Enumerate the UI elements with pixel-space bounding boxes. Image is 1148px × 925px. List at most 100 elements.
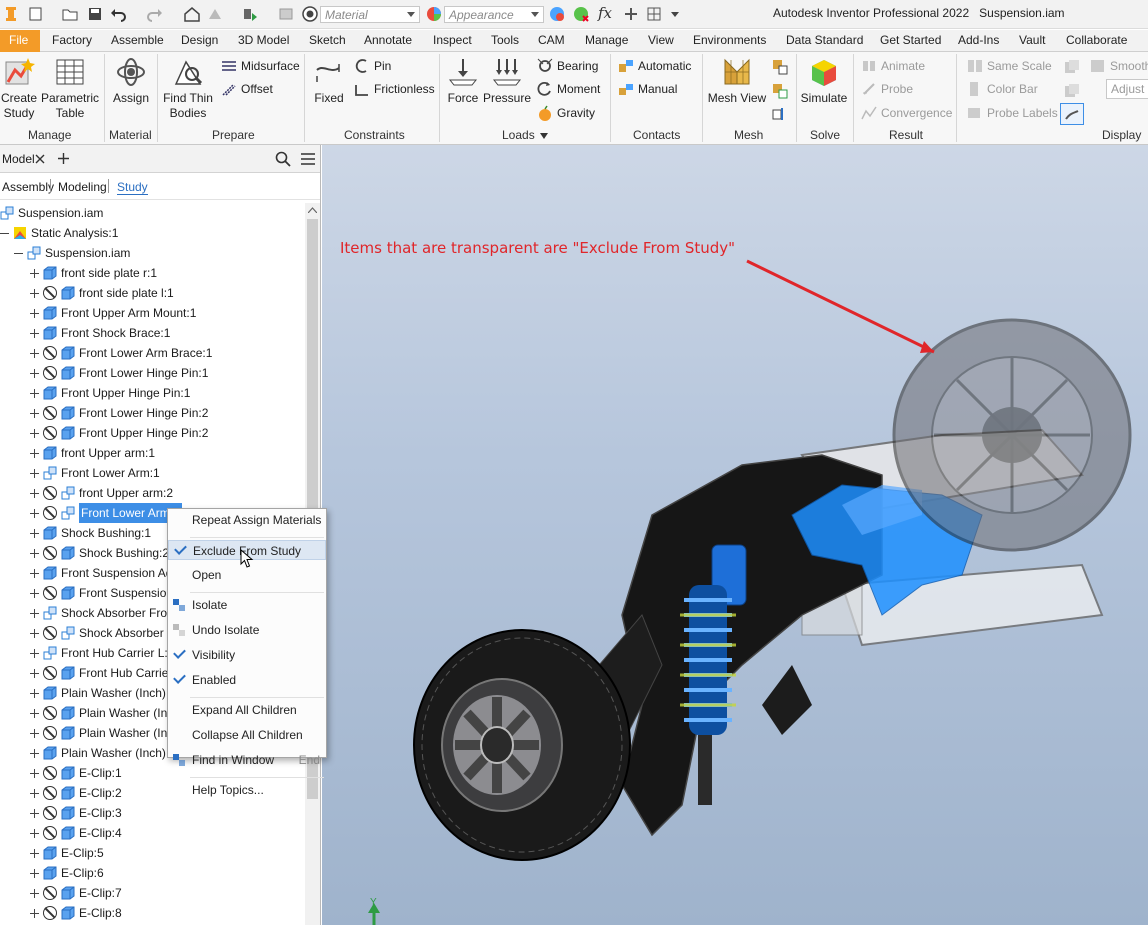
pin-constraint-button[interactable]: Pin xyxy=(354,57,391,75)
expand-icon[interactable] xyxy=(30,469,39,478)
group-label-loads[interactable]: Loads xyxy=(502,128,535,142)
tree-item[interactable]: E-Clip:5 xyxy=(0,843,305,863)
expand-icon[interactable] xyxy=(30,489,39,498)
expand-icon[interactable] xyxy=(30,569,39,578)
tree-item[interactable]: E-Clip:8 xyxy=(0,903,305,923)
tree-item[interactable]: Front Upper Arm Mount:1 xyxy=(0,303,305,323)
tree-item[interactable]: E-Clip:3 xyxy=(0,803,305,823)
expand-icon[interactable] xyxy=(30,849,39,858)
expand-icon[interactable] xyxy=(30,369,39,378)
fixed-constraint-button[interactable]: Fixed xyxy=(308,56,350,106)
tab-annotate[interactable]: Annotate xyxy=(364,33,412,47)
expand-icon[interactable] xyxy=(30,509,39,518)
expand-icon[interactable] xyxy=(30,749,39,758)
tab-sketch[interactable]: Sketch xyxy=(309,33,346,47)
open-folder-icon[interactable] xyxy=(61,5,79,23)
menu-item-repeat-assign-materials[interactable]: Repeat Assign Materials xyxy=(168,510,326,530)
graphics-window[interactable]: Y Items that are transparent are "Exclud… xyxy=(322,145,1148,925)
tab-environments[interactable]: Environments xyxy=(693,33,766,47)
adjust-appearance-icon[interactable] xyxy=(548,5,566,23)
offset-button[interactable]: Offset xyxy=(221,80,273,98)
material-sphere-icon[interactable] xyxy=(301,5,319,23)
gravity-load-button[interactable]: Gravity xyxy=(537,104,595,122)
simulate-button[interactable]: Simulate xyxy=(799,56,849,106)
close-icon[interactable] xyxy=(35,154,45,164)
expand-icon[interactable] xyxy=(30,589,39,598)
fx-parameters-icon[interactable]: fx xyxy=(598,4,612,22)
update-icon[interactable] xyxy=(206,5,224,23)
midsurface-button[interactable]: Midsurface xyxy=(221,57,300,75)
tree-item[interactable]: Front Upper Hinge Pin:2 xyxy=(0,423,305,443)
tree-item[interactable]: front side plate r:1 xyxy=(0,263,305,283)
tree-item[interactable]: Front Lower Arm Brace:1 xyxy=(0,343,305,363)
inventor-logo-icon[interactable] xyxy=(3,5,21,23)
tab-manage[interactable]: Manage xyxy=(585,33,628,47)
material-dropdown[interactable]: Material xyxy=(320,6,420,23)
menu-item-undo-isolate[interactable]: Undo Isolate xyxy=(168,620,326,640)
moment-load-button[interactable]: Moment xyxy=(537,80,600,98)
expand-icon[interactable] xyxy=(30,309,39,318)
collapse-icon[interactable] xyxy=(0,229,9,238)
tree-item[interactable]: front Upper arm:1 xyxy=(0,443,305,463)
manual-contacts-button[interactable]: Manual xyxy=(618,80,677,98)
tree-item[interactable]: Static Analysis:1 xyxy=(0,223,305,243)
tree-item[interactable]: Front Lower Hinge Pin:1 xyxy=(0,363,305,383)
color-bar-button[interactable]: Color Bar xyxy=(967,80,1038,98)
chevron-down-icon[interactable] xyxy=(540,133,548,139)
redo-icon[interactable] xyxy=(146,5,164,23)
tab-assembly[interactable]: Assembly xyxy=(2,180,54,194)
parametric-table-button[interactable]: Parametric Table xyxy=(40,56,100,121)
tab-modeling[interactable]: Modeling xyxy=(58,180,107,194)
appearance-dropdown[interactable]: Appearance xyxy=(444,6,544,23)
save-icon[interactable] xyxy=(86,5,104,23)
expand-icon[interactable] xyxy=(30,909,39,918)
tab-cam[interactable]: CAM xyxy=(538,33,565,47)
appearance-color-icon[interactable] xyxy=(425,5,443,23)
collapse-icon[interactable] xyxy=(14,249,23,258)
tab-data-standard[interactable]: Data Standard xyxy=(786,33,863,47)
home-icon[interactable] xyxy=(183,5,201,23)
pressure-load-button[interactable]: Pressure xyxy=(482,56,532,106)
expand-icon[interactable] xyxy=(30,609,39,618)
expand-icon[interactable] xyxy=(30,809,39,818)
tab-inspect[interactable]: Inspect xyxy=(433,33,472,47)
expand-icon[interactable] xyxy=(30,889,39,898)
chevron-up-icon[interactable] xyxy=(308,207,317,213)
tab-tools[interactable]: Tools xyxy=(491,33,519,47)
expand-icon[interactable] xyxy=(30,289,39,298)
clear-appearance-icon[interactable] xyxy=(572,5,590,23)
expand-icon[interactable] xyxy=(30,709,39,718)
expand-icon[interactable] xyxy=(30,449,39,458)
expand-icon[interactable] xyxy=(30,269,39,278)
display-mode-icon[interactable] xyxy=(1064,59,1080,75)
plus-icon[interactable] xyxy=(57,152,70,165)
local-mesh-control-icon[interactable] xyxy=(772,83,788,99)
tree-item[interactable]: E-Clip:4 xyxy=(0,823,305,843)
deformation-style-button[interactable] xyxy=(1060,103,1084,125)
bearing-load-button[interactable]: Bearing xyxy=(537,57,598,75)
automatic-contacts-button[interactable]: Automatic xyxy=(618,57,691,75)
menu-item-help-topics[interactable]: Help Topics... xyxy=(168,780,326,800)
animate-button[interactable]: Animate xyxy=(861,57,925,75)
expand-icon[interactable] xyxy=(30,329,39,338)
expand-icon[interactable] xyxy=(30,689,39,698)
tab-model[interactable]: Model xyxy=(2,152,35,166)
tree-item[interactable]: E-Clip:7 xyxy=(0,883,305,903)
expand-icon[interactable] xyxy=(30,649,39,658)
menu-item-enabled[interactable]: Enabled xyxy=(168,670,326,690)
create-study-button[interactable]: Create Study xyxy=(0,56,38,121)
undo-icon[interactable] xyxy=(109,5,127,23)
tree-item[interactable]: Front Lower Arm:1 xyxy=(0,463,305,483)
menu-item-find-in-window[interactable]: Find in Window End xyxy=(168,750,326,770)
force-load-button[interactable]: Force xyxy=(444,56,482,106)
expand-icon[interactable] xyxy=(30,669,39,678)
same-scale-button[interactable]: Same Scale xyxy=(967,57,1052,75)
tree-item[interactable]: Front Upper Hinge Pin:1 xyxy=(0,383,305,403)
parametric-icon[interactable] xyxy=(645,5,663,23)
boundary-conditions-icon[interactable] xyxy=(1064,83,1080,99)
tab-vault[interactable]: Vault xyxy=(1019,33,1045,47)
menu-item-expand-all-children[interactable]: Expand All Children xyxy=(168,700,326,720)
mesh-view-button[interactable]: Mesh View xyxy=(705,56,769,106)
tab-view[interactable]: View xyxy=(648,33,674,47)
expand-icon[interactable] xyxy=(30,349,39,358)
